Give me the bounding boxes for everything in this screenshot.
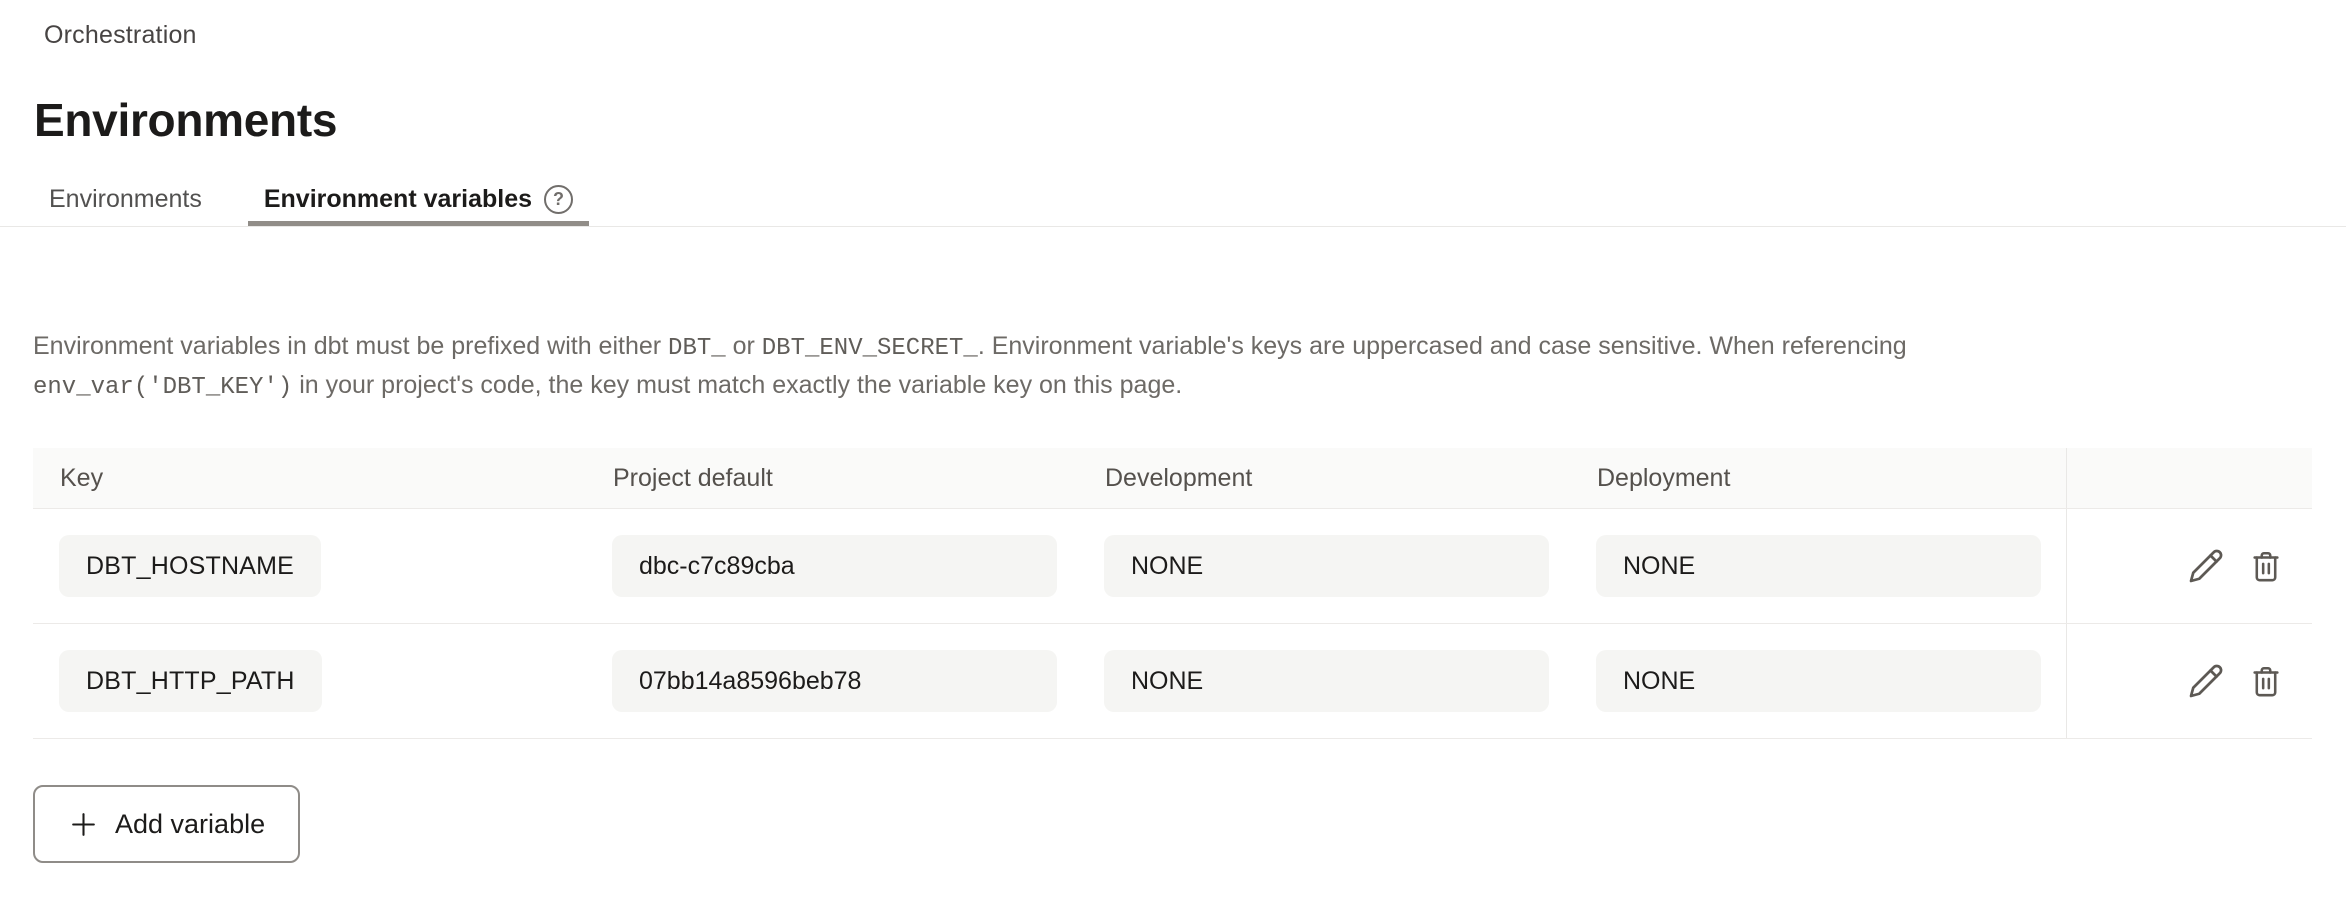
trash-icon [2249,664,2283,698]
delete-variable-button[interactable] [2247,547,2285,585]
add-variable-label: Add variable [115,809,265,840]
description-part: . Environment variable's keys are upperc… [978,332,1907,360]
description-part: or [726,332,762,360]
tab-bar: Environments Environment variables ? [0,177,2346,227]
column-header-project-default: Project default [586,464,1078,493]
column-header-actions [2066,448,2312,508]
row-actions [2066,624,2312,738]
description-code-dbt-prefix: DBT_ [668,335,726,362]
tab-environments[interactable]: Environments [33,177,218,226]
row-actions [2066,509,2312,623]
development-value-chip: NONE [1104,535,1549,597]
project-default-chip: dbc-c7c89cba [612,535,1057,597]
table-row: DBT_HTTP_PATH 07bb14a8596beb78 NONE NONE [33,624,2312,739]
column-header-key: Key [33,464,586,493]
trash-icon [2249,549,2283,583]
description-part: Environment variables in dbt must be pre… [33,332,668,360]
add-variable-button[interactable]: Add variable [33,785,300,863]
page-title: Environments [34,96,2346,144]
plus-icon [68,809,99,840]
tab-environment-variables[interactable]: Environment variables ? [248,177,589,226]
deployment-value-chip: NONE [1596,650,2041,712]
development-value-chip: NONE [1104,650,1549,712]
environment-variables-table: Key Project default Development Deployme… [33,448,2312,739]
delete-variable-button[interactable] [2247,662,2285,700]
pencil-icon [2188,548,2224,584]
variable-key-chip: DBT_HTTP_PATH [59,650,322,712]
description-text: Environment variables in dbt must be pre… [33,328,2118,406]
table-header-row: Key Project default Development Deployme… [33,448,2312,509]
project-default-chip: 07bb14a8596beb78 [612,650,1057,712]
description-code-secret-prefix: DBT_ENV_SECRET_ [762,335,978,362]
pencil-icon [2188,663,2224,699]
description-code-env-var: env_var('DBT_KEY') [33,374,292,401]
edit-variable-button[interactable] [2187,662,2225,700]
description-part: in your project's code, the key must mat… [292,371,1182,399]
column-header-deployment: Deployment [1570,464,2066,493]
column-header-development: Development [1078,464,1570,493]
table-row: DBT_HOSTNAME dbc-c7c89cba NONE NONE [33,509,2312,624]
help-icon[interactable]: ? [544,185,573,214]
deployment-value-chip: NONE [1596,535,2041,597]
breadcrumb: Orchestration [44,0,2346,50]
tab-environments-label: Environments [49,185,202,214]
tab-environment-variables-label: Environment variables [264,185,532,214]
edit-variable-button[interactable] [2187,547,2225,585]
variable-key-chip: DBT_HOSTNAME [59,535,321,597]
